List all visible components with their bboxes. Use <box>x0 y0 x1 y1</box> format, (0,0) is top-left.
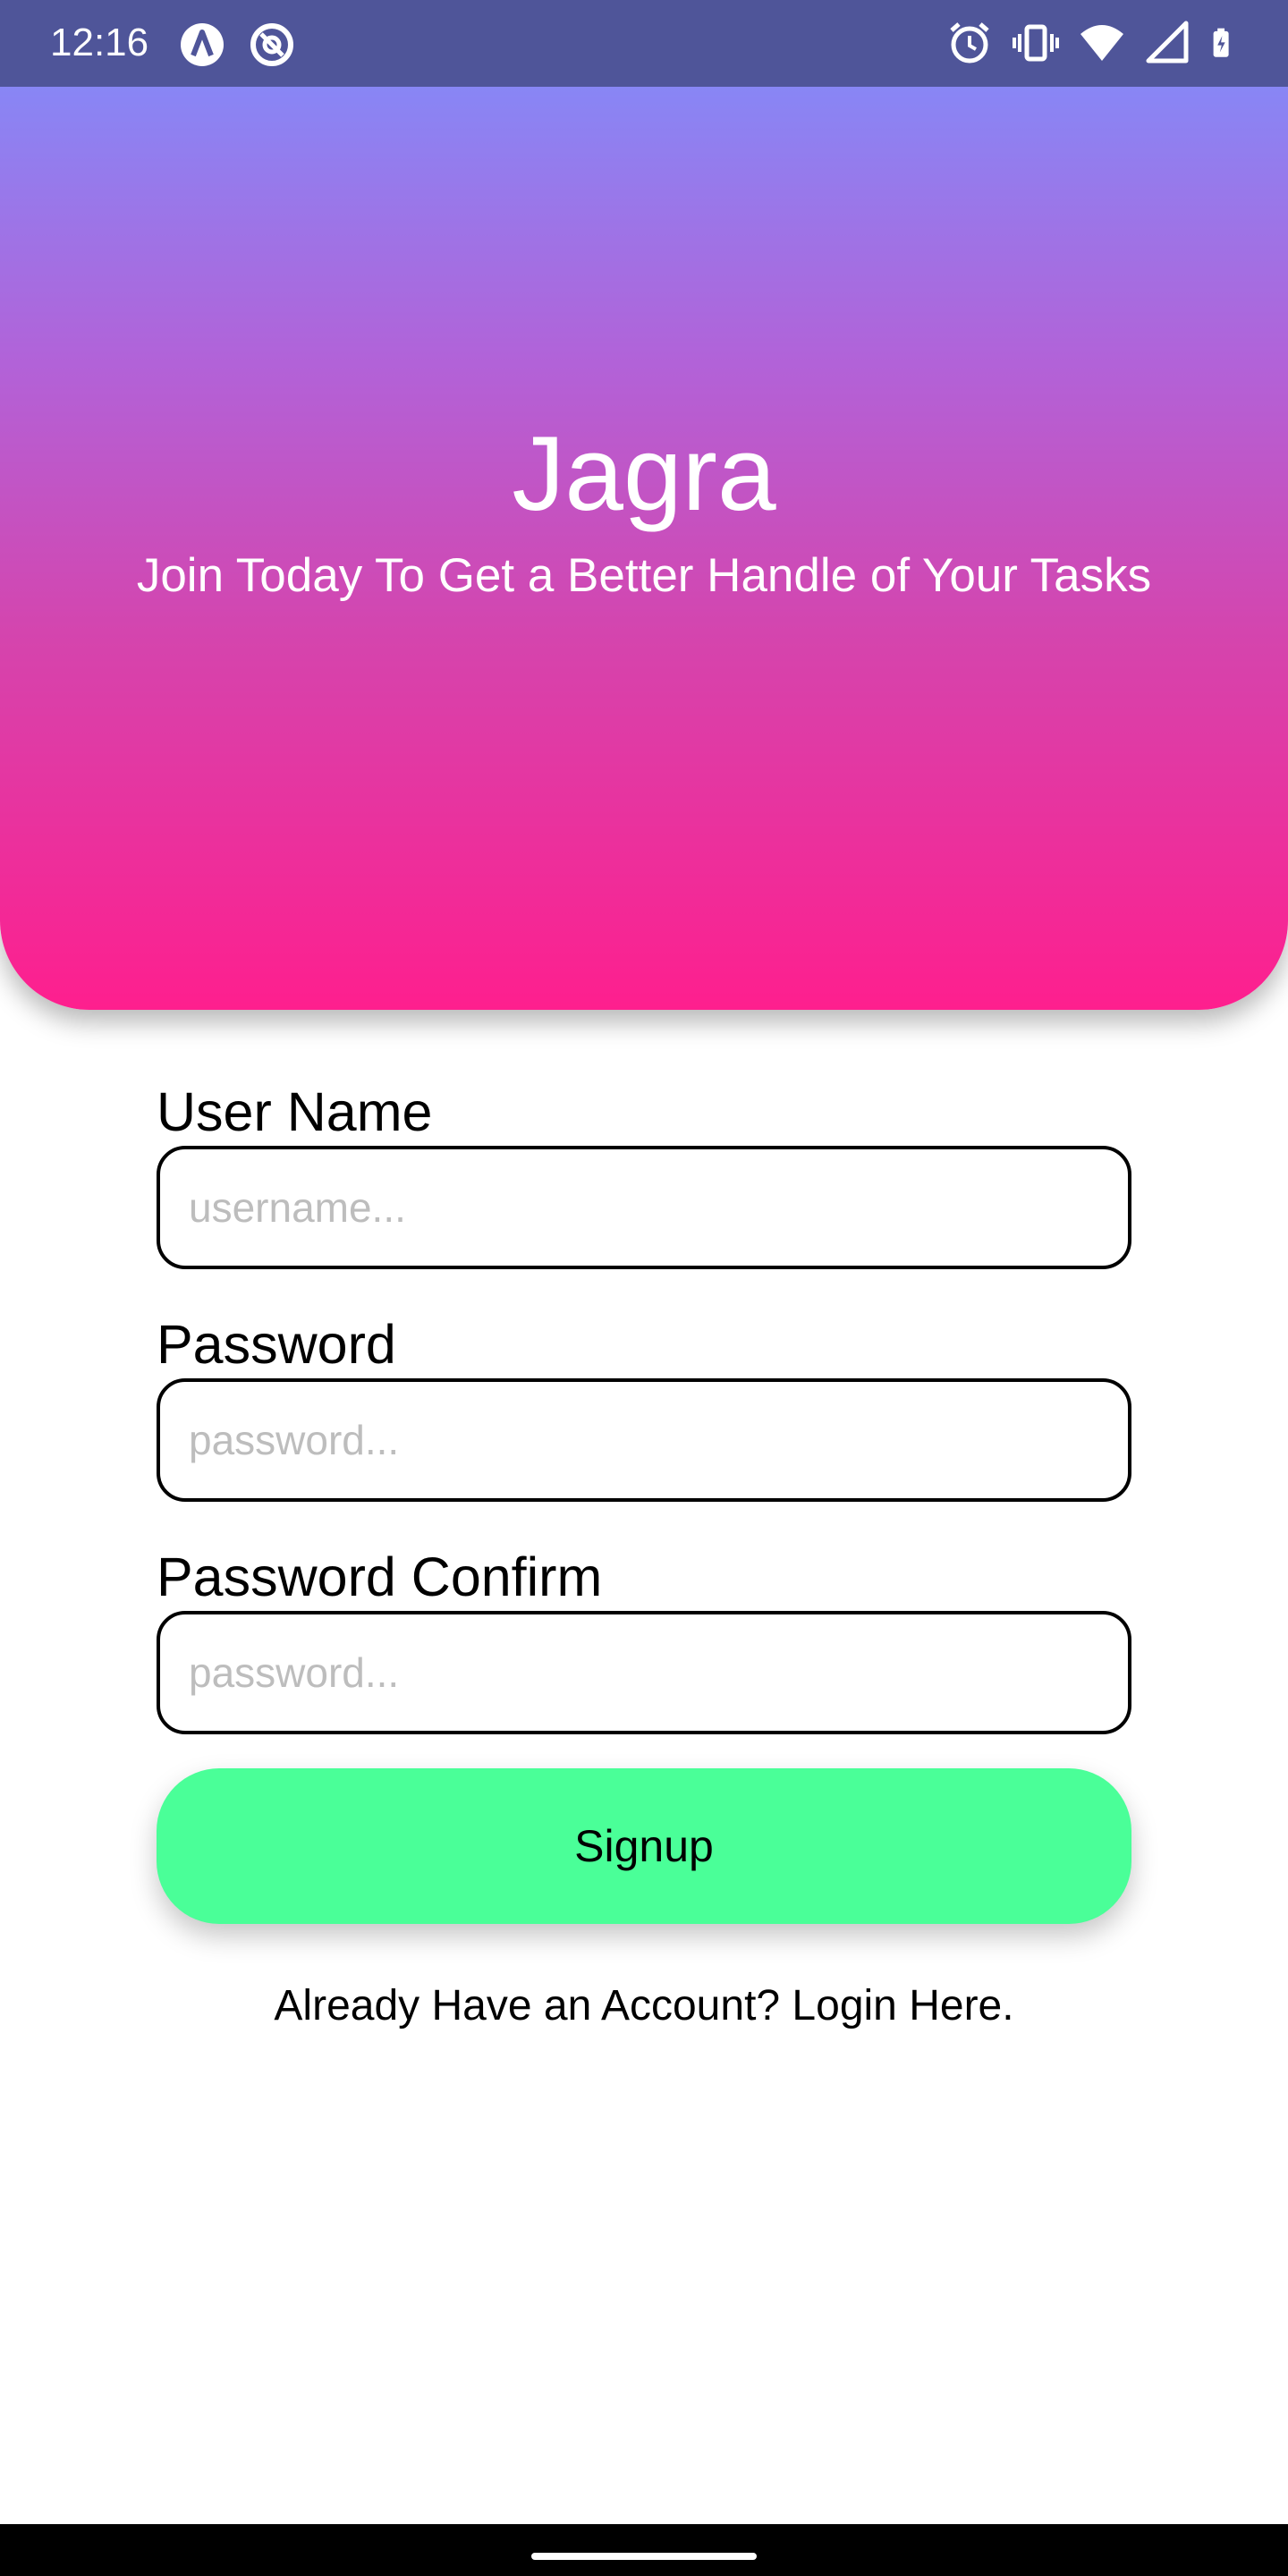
status-system-icons <box>946 18 1241 68</box>
password-confirm-input[interactable] <box>157 1611 1131 1734</box>
at-sign-icon <box>250 23 293 66</box>
app-logo-a-icon <box>181 23 224 66</box>
password-label: Password <box>157 1314 396 1375</box>
signup-button[interactable]: Signup <box>157 1768 1131 1924</box>
username-label: User Name <box>157 1081 433 1142</box>
navigation-bar <box>0 2524 1288 2576</box>
cellular-signal-icon <box>1146 21 1189 64</box>
header-banner: Jagra Join Today To Get a Better Handle … <box>0 87 1288 1010</box>
status-bar: 12:16 <box>0 0 1288 87</box>
password-input[interactable] <box>157 1378 1131 1502</box>
vibrate-icon <box>1013 24 1059 62</box>
signup-screen: 12:16 Jagra Join Today To Get a Better H… <box>0 0 1288 2576</box>
status-notification-icons <box>179 20 295 70</box>
status-time: 12:16 <box>50 21 149 64</box>
home-gesture-handle[interactable] <box>531 2553 757 2560</box>
login-link[interactable]: Already Have an Account? Login Here. <box>157 1979 1131 2033</box>
signup-form: User Name Password Password Confirm Sign… <box>157 1078 1131 2033</box>
app-tagline: Join Today To Get a Better Handle of You… <box>136 549 1152 602</box>
battery-charging-icon <box>1213 28 1229 57</box>
wifi-icon <box>1080 25 1123 61</box>
alarm-icon <box>950 22 989 64</box>
app-title: Jagra <box>512 415 776 533</box>
username-input[interactable] <box>157 1146 1131 1269</box>
password-confirm-label: Password Confirm <box>157 1546 603 1607</box>
